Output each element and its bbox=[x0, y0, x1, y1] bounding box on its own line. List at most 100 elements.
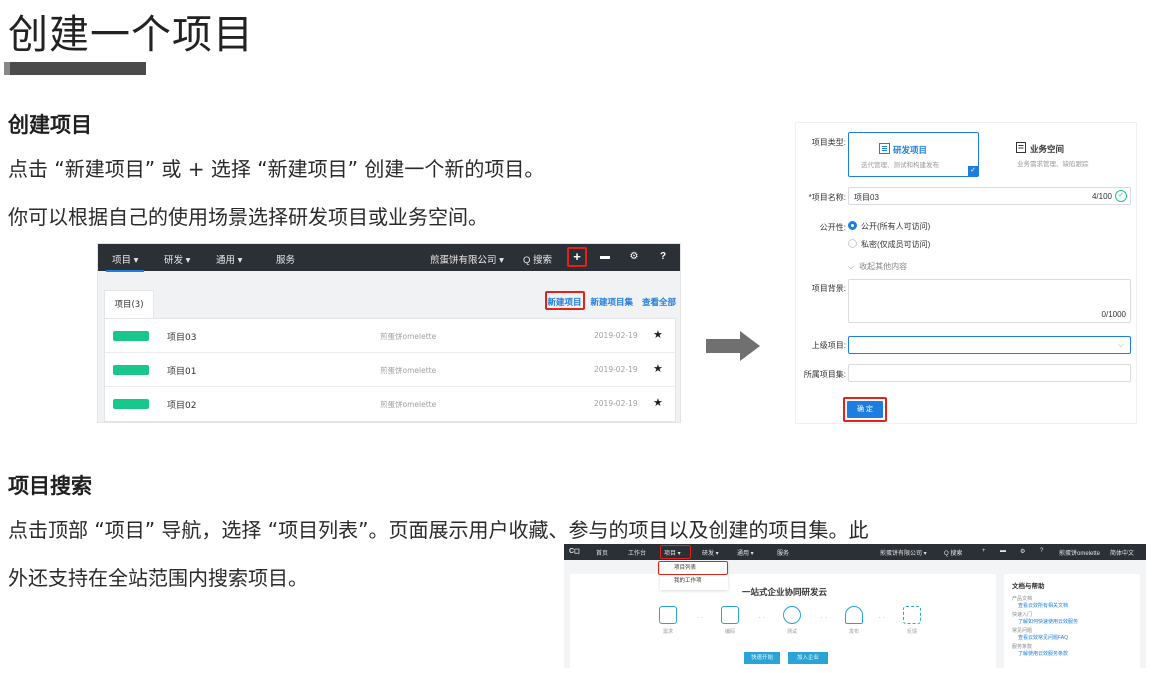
nav-item-general[interactable]: 通用 ▾ bbox=[216, 252, 242, 266]
section-heading-search: 项目搜索 bbox=[8, 474, 92, 498]
help-link[interactable]: 了解使用云效服务条款 bbox=[1018, 650, 1132, 657]
label-parent-project: 上级项目: bbox=[811, 341, 846, 350]
project-set-input[interactable] bbox=[848, 364, 1131, 382]
help-icon[interactable]: ? bbox=[656, 250, 670, 264]
feedback-icon bbox=[903, 606, 921, 624]
project-name[interactable]: 项目01 bbox=[167, 364, 196, 377]
nav-item-home[interactable]: 首页 bbox=[596, 548, 608, 557]
nav-item-workbench[interactable]: 工作台 bbox=[628, 548, 646, 557]
tab-projects[interactable]: 项目(3) bbox=[104, 290, 154, 318]
search-button[interactable]: Q 搜索 bbox=[523, 252, 552, 266]
company-switcher[interactable]: 煎蛋饼有限公司 ▾ bbox=[430, 252, 504, 266]
dropdown-item-my-work[interactable]: 我的工作项 bbox=[660, 575, 728, 588]
label-background: 项目背景: bbox=[811, 284, 846, 293]
table-row[interactable]: 项目03 煎蛋饼omelette 2019-02-19 ★ bbox=[105, 319, 675, 353]
radio-selected-icon bbox=[848, 221, 857, 231]
plus-icon[interactable]: + bbox=[982, 548, 986, 554]
top-nav: 项目 ▾ 研发 ▾ 通用 ▾ 服务 煎蛋饼有限公司 ▾ Q 搜索 + ▬ ⚙ ? bbox=[98, 244, 680, 272]
list-icon bbox=[879, 143, 890, 154]
label-project-set: 所属项目集: bbox=[803, 370, 846, 379]
step-testing: 测试 bbox=[772, 606, 812, 635]
nav-item-dev[interactable]: 研发 ▾ bbox=[702, 548, 719, 557]
step-separator: · · bbox=[758, 613, 766, 622]
help-group-label: 产品文档 bbox=[1012, 596, 1033, 602]
step-coding: 编码 bbox=[710, 606, 750, 635]
project-owner: 煎蛋饼omelette bbox=[380, 366, 437, 375]
section-search-line1: 点击顶部 “项目” 导航，选择 “项目列表”。页面展示用户收藏、参与的项目以及创… bbox=[8, 518, 869, 542]
nav-item-project[interactable]: 项目 ▾ bbox=[105, 252, 145, 272]
inbox-icon[interactable]: ▬ bbox=[1000, 548, 1006, 554]
help-group-label: 快速入门 bbox=[1012, 612, 1033, 618]
nav-item-service[interactable]: 服务 bbox=[777, 548, 789, 557]
join-enterprise-button[interactable]: 加入企业 bbox=[788, 652, 828, 664]
help-link[interactable]: 查看云效所有相关文档 bbox=[1018, 602, 1132, 609]
inbox-icon[interactable]: ▬ bbox=[598, 250, 612, 264]
project-name-input[interactable]: 项目03 4/100 ✓ bbox=[848, 187, 1131, 205]
terminal-icon bbox=[721, 606, 739, 624]
section-heading-create: 创建项目 bbox=[8, 113, 92, 137]
project-date: 2019-02-19 bbox=[594, 399, 638, 408]
search-button[interactable]: Q 搜索 bbox=[944, 548, 962, 557]
section-search-line2: 外还支持在全站范围内搜索项目。 bbox=[8, 566, 308, 590]
type-title: 业务空间 bbox=[1030, 144, 1065, 154]
type-desc: 迭代管理、测试和构建发布 bbox=[861, 162, 939, 169]
radio-empty-icon bbox=[848, 239, 857, 249]
view-all-link[interactable]: 查看全部 bbox=[642, 298, 676, 308]
project-list-screenshot: 项目 ▾ 研发 ▾ 通用 ▾ 服务 煎蛋饼有限公司 ▾ Q 搜索 + ▬ ⚙ ?… bbox=[97, 243, 681, 423]
nav-item-service[interactable]: 服务 bbox=[276, 252, 295, 266]
rocket-icon bbox=[845, 606, 863, 624]
top-nav: C◻ 首页 工作台 项目 ▾ 研发 ▾ 通用 ▾ 服务 煎蛋饼有限公司 ▾ Q … bbox=[564, 544, 1146, 560]
star-icon[interactable]: ★ bbox=[653, 328, 663, 341]
language-switcher[interactable]: 简体中文 bbox=[1110, 548, 1134, 557]
project-background-textarea[interactable]: 0/1000 bbox=[848, 279, 1131, 323]
table-row[interactable]: 项目01 煎蛋饼omelette 2019-02-19 ★ bbox=[105, 353, 675, 387]
company-switcher[interactable]: 煎蛋饼有限公司 ▾ bbox=[880, 548, 927, 557]
project-table: 项目03 煎蛋饼omelette 2019-02-19 ★ 项目01 煎蛋饼om… bbox=[104, 318, 676, 422]
nav-item-dev[interactable]: 研发 ▾ bbox=[164, 252, 190, 266]
star-icon[interactable]: ★ bbox=[653, 396, 663, 409]
gear-icon[interactable]: ⚙ bbox=[627, 250, 641, 264]
help-icon[interactable]: ? bbox=[1040, 548, 1043, 554]
radio-private[interactable]: 私密(仅成员可访问) bbox=[848, 239, 930, 250]
help-panel: 文档与帮助 产品文档 查看云效所有相关文档 快速入门 了解如何快速使用云效服务 … bbox=[1004, 574, 1140, 668]
check-circle-icon: ✓ bbox=[1115, 190, 1127, 202]
step-release: 发布 bbox=[834, 606, 874, 635]
collapse-label: 收起其他内容 bbox=[859, 262, 908, 271]
step-requirement: 需求 bbox=[648, 606, 688, 635]
nav-item-general[interactable]: 通用 ▾ bbox=[737, 548, 754, 557]
parent-project-select[interactable]: ⌵ bbox=[848, 336, 1131, 354]
type-option-dev-project[interactable]: 研发项目 迭代管理、测试和构建发布 ✓ bbox=[848, 132, 979, 177]
dashboard-screenshot: C◻ 首页 工作台 项目 ▾ 研发 ▾ 通用 ▾ 服务 煎蛋饼有限公司 ▾ Q … bbox=[564, 544, 1146, 668]
project-name-value: 项目03 bbox=[854, 193, 879, 202]
help-link[interactable]: 查看云效常见问题FAQ bbox=[1018, 634, 1132, 641]
new-project-set-link[interactable]: 新建项目集 bbox=[591, 298, 634, 308]
radio-public[interactable]: 公开(所有人可访问) bbox=[848, 221, 930, 232]
step-separator: · · bbox=[820, 613, 828, 622]
help-link[interactable]: 了解如何快速使用云效服务 bbox=[1018, 618, 1132, 625]
project-name[interactable]: 项目02 bbox=[167, 398, 196, 411]
project-list-highlight bbox=[658, 561, 728, 575]
type-title: 研发项目 bbox=[893, 145, 928, 155]
collapse-toggle[interactable]: ⌵ 收起其他内容 bbox=[848, 261, 907, 272]
create-project-form-screenshot: 项目类型: 研发项目 迭代管理、测试和构建发布 ✓ 业务空间 业务需求管理、缺陷… bbox=[795, 122, 1137, 424]
project-name[interactable]: 项目03 bbox=[167, 330, 196, 343]
project-owner: 煎蛋饼omelette bbox=[380, 332, 437, 341]
table-row[interactable]: 项目02 煎蛋饼omelette 2019-02-19 ★ bbox=[105, 387, 675, 421]
plus-highlight bbox=[567, 247, 587, 267]
quick-start-button[interactable]: 快速开始 bbox=[744, 652, 780, 664]
project-panel: 项目(3) 新建项目 新建项目集 查看全部 项目03 煎蛋饼omelette 2… bbox=[104, 290, 676, 422]
chevron-down-icon: ⌵ bbox=[1117, 340, 1124, 349]
type-option-business-space[interactable]: 业务空间 业务需求管理、缺陷跟踪 bbox=[986, 132, 1117, 177]
welcome-headline: 一站式企业协同研发云 bbox=[742, 587, 828, 597]
label-project-type: 项目类型: bbox=[811, 138, 846, 147]
gear-icon[interactable]: ⚙ bbox=[1020, 548, 1025, 555]
user-name[interactable]: 煎蛋饼omelette bbox=[1059, 548, 1100, 557]
type-desc: 业务需求管理、缺陷跟踪 bbox=[1017, 161, 1089, 168]
arrow-right-icon bbox=[706, 331, 760, 361]
target-icon bbox=[783, 606, 801, 624]
project-date: 2019-02-19 bbox=[594, 365, 638, 374]
radio-private-label: 私密(仅成员可访问) bbox=[861, 240, 931, 249]
section-create-line1: 点击 “新建项目” 或 + 选择 “新建项目” 创建一个新的项目。 bbox=[8, 157, 545, 181]
logo[interactable]: C◻ bbox=[569, 547, 580, 555]
star-icon[interactable]: ★ bbox=[653, 362, 663, 375]
